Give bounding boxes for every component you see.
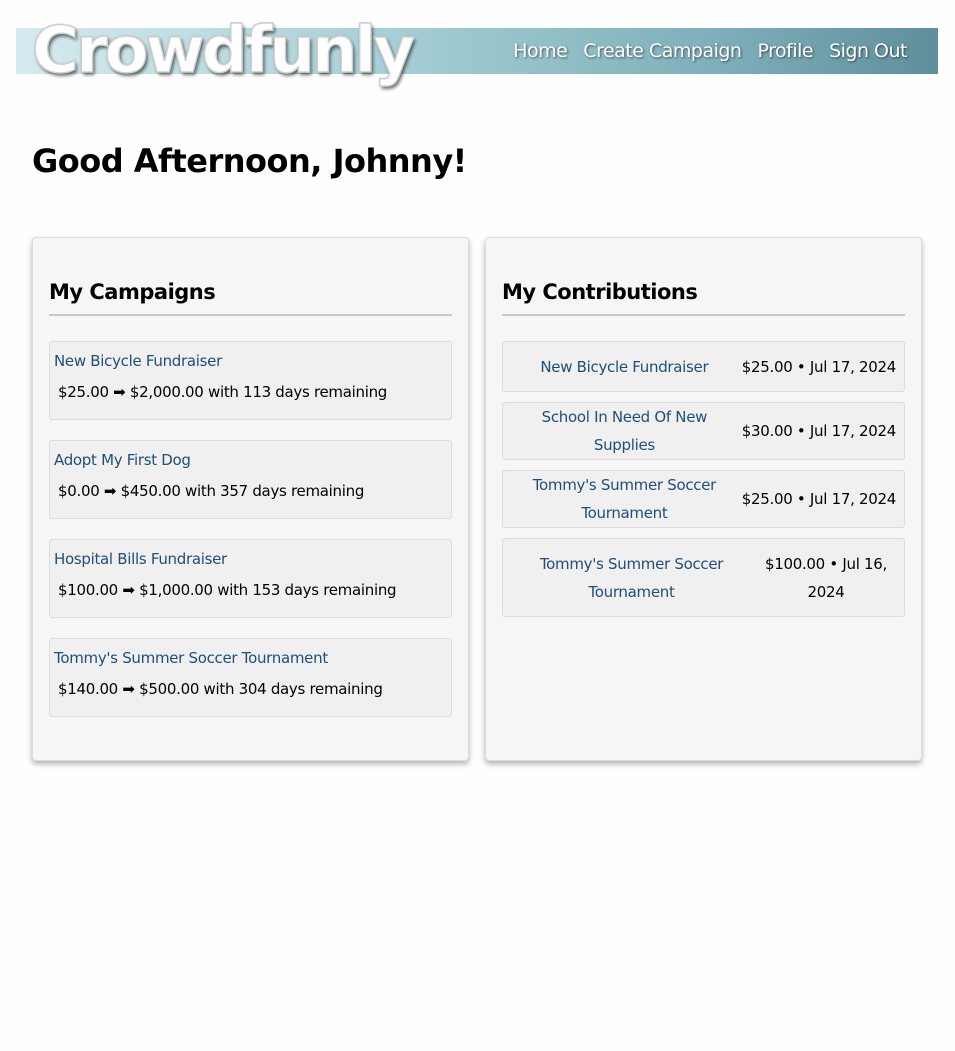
contribution-amount-date: $25.00 • Jul 17, 2024 (741, 490, 897, 508)
campaign-card: New Bicycle Fundraiser $25.00 ➡ $2,000.0… (49, 341, 452, 420)
contribution-card: Tommy's Summer Soccer Tournament $100.00… (502, 538, 905, 617)
campaign-card: Hospital Bills Fundraiser $100.00 ➡ $1,0… (49, 539, 452, 618)
campaign-card: Tommy's Summer Soccer Tournament $140.00… (49, 638, 452, 717)
contribution-card: Tommy's Summer Soccer Tournament $25.00 … (502, 470, 905, 528)
contribution-amount-date: $25.00 • Jul 17, 2024 (741, 357, 897, 376)
contribution-link[interactable]: New Bicycle Fundraiser (507, 353, 742, 381)
nav-sign-out[interactable]: Sign Out (829, 40, 907, 62)
contribution-card: School In Need Of New Supplies $30.00 • … (502, 402, 905, 460)
campaign-card: Adopt My First Dog $0.00 ➡ $450.00 with … (49, 440, 452, 519)
my-campaigns-panel: My Campaigns New Bicycle Fundraiser $25.… (32, 237, 469, 761)
campaign-progress: $25.00 ➡ $2,000.00 with 113 days remaini… (58, 383, 388, 401)
contribution-link[interactable]: Tommy's Summer Soccer Tournament (507, 471, 742, 527)
contribution-card: New Bicycle Fundraiser $25.00 • Jul 17, … (502, 341, 905, 392)
my-contributions-title: My Contributions (502, 280, 905, 316)
campaign-progress: $0.00 ➡ $450.00 with 357 days remaining (58, 482, 365, 500)
campaign-link[interactable]: Tommy's Summer Soccer Tournament (54, 649, 447, 667)
campaign-progress: $100.00 ➡ $1,000.00 with 153 days remain… (58, 581, 397, 599)
page-greeting: Good Afternoon, Johnny! (32, 142, 467, 180)
my-contributions-panel: My Contributions New Bicycle Fundraiser … (485, 237, 922, 761)
nav-home[interactable]: Home (513, 40, 568, 62)
contribution-amount-date: $100.00 • Jul 16, 2024 (764, 554, 888, 601)
my-campaigns-title: My Campaigns (49, 280, 452, 316)
campaign-link[interactable]: Hospital Bills Fundraiser (54, 550, 447, 568)
site-logo[interactable]: Crowdfunly (31, 6, 416, 96)
campaign-link[interactable]: New Bicycle Fundraiser (54, 352, 447, 370)
campaign-progress: $140.00 ➡ $500.00 with 304 days remainin… (58, 680, 383, 698)
contribution-link[interactable]: School In Need Of New Supplies (507, 403, 742, 459)
campaign-list: New Bicycle Fundraiser $25.00 ➡ $2,000.0… (49, 341, 452, 737)
campaign-link[interactable]: Adopt My First Dog (54, 451, 447, 469)
contribution-link[interactable]: Tommy's Summer Soccer Tournament (507, 550, 756, 606)
main-nav: Home Create Campaign Profile Sign Out (513, 28, 907, 74)
nav-profile[interactable]: Profile (757, 40, 813, 62)
nav-create-campaign[interactable]: Create Campaign (583, 40, 742, 62)
contribution-list: New Bicycle Fundraiser $25.00 • Jul 17, … (502, 341, 905, 627)
contribution-amount-date: $30.00 • Jul 17, 2024 (741, 422, 897, 440)
